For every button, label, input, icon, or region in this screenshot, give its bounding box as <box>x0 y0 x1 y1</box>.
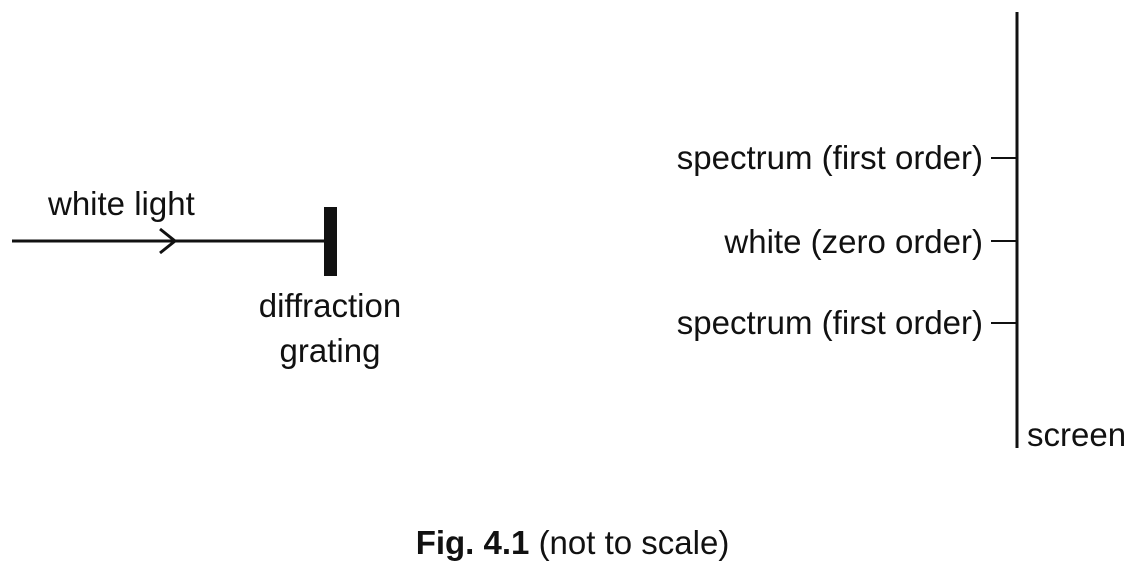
label-white-light: white light <box>48 185 195 222</box>
label-spectrum-upper: spectrum (first order) <box>676 139 983 176</box>
label-screen: screen <box>1027 416 1127 453</box>
label-diffraction: diffraction <box>258 287 402 324</box>
diffraction-grating <box>324 207 337 276</box>
diffraction-diagram <box>12 12 1019 448</box>
label-grating: grating <box>279 332 381 369</box>
label-zero-order: white (zero order) <box>724 223 983 260</box>
caption-figure-number: Fig. 4.1 <box>415 524 530 561</box>
figure-caption: Fig. 4.1 (not to scale) <box>0 526 1145 559</box>
caption-note: (not to scale) <box>538 524 730 561</box>
label-spectrum-lower: spectrum (first order) <box>676 304 983 341</box>
